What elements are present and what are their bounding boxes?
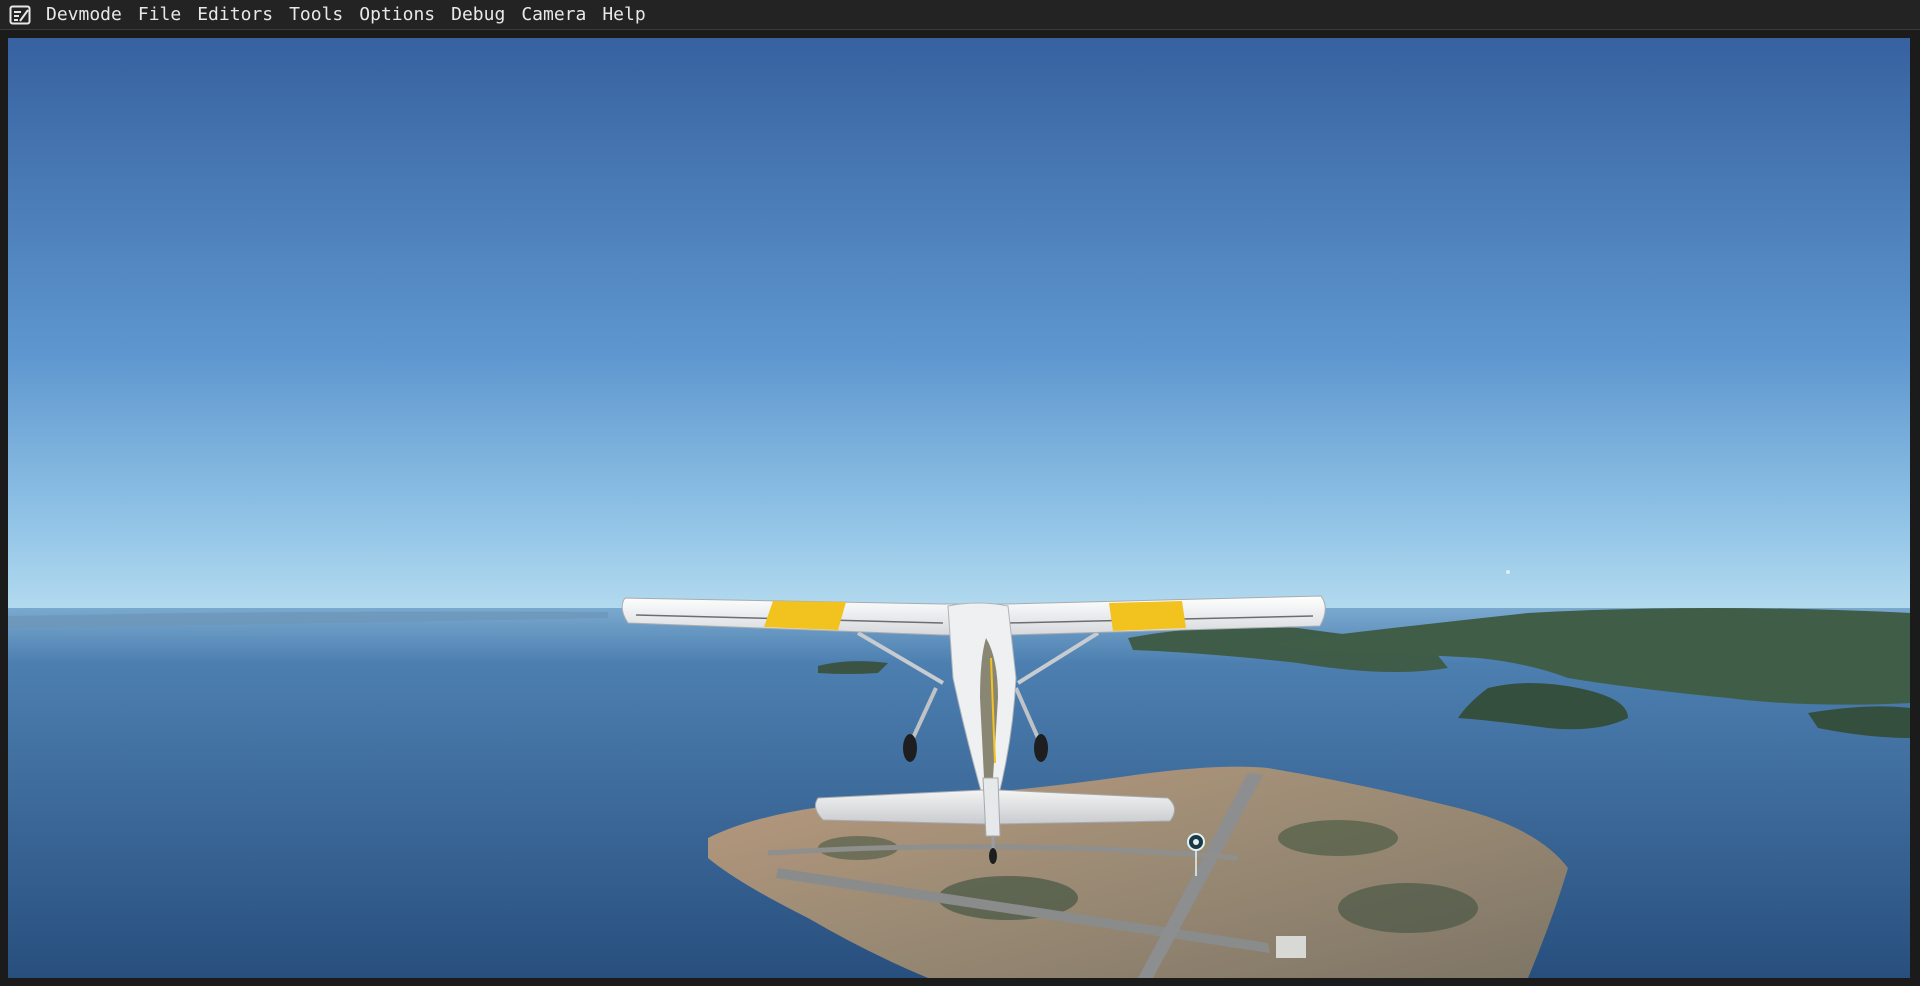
- menu-devmode[interactable]: Devmode: [38, 0, 130, 30]
- menu-camera[interactable]: Camera: [513, 0, 594, 30]
- menu-debug[interactable]: Debug: [443, 0, 513, 30]
- menu-help[interactable]: Help: [594, 0, 653, 30]
- flight-scene: [8, 38, 1910, 978]
- menu-editors[interactable]: Editors: [189, 0, 281, 30]
- devmode-notepad-icon[interactable]: [6, 0, 34, 30]
- hangar: [1276, 936, 1306, 958]
- menu-tools[interactable]: Tools: [281, 0, 351, 30]
- sky: [8, 38, 1910, 613]
- simulator-viewport[interactable]: [8, 38, 1910, 978]
- vegetation-patch: [1278, 820, 1398, 856]
- menu-options[interactable]: Options: [351, 0, 443, 30]
- dev-menubar: Devmode File Editors Tools Options Debug…: [0, 0, 1920, 30]
- distant-object: [1506, 570, 1510, 574]
- vegetation-patch: [1338, 883, 1478, 933]
- menu-file[interactable]: File: [130, 0, 189, 30]
